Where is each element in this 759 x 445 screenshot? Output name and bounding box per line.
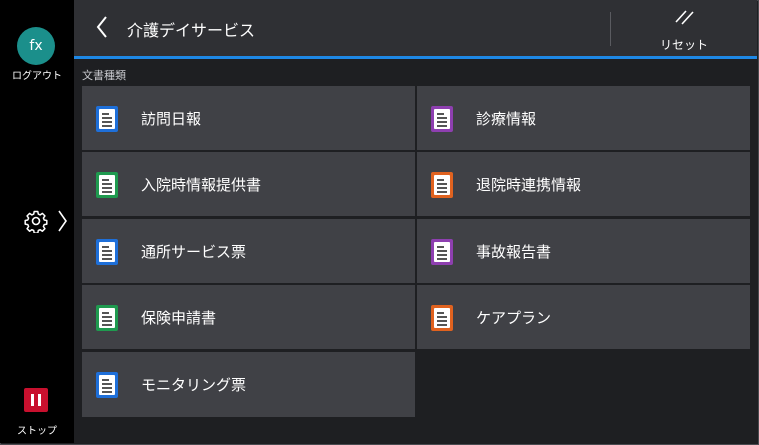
document-type-tile[interactable]: 通所サービス票 [82, 219, 415, 283]
section-label: 文書種類 [82, 69, 126, 82]
header-underline [74, 56, 757, 59]
logout-avatar[interactable]: fx [17, 27, 55, 65]
document-type-label: モニタリング票 [141, 376, 247, 394]
reset-icon [675, 10, 694, 25]
gear-icon[interactable] [24, 209, 48, 233]
reset-button[interactable]: リセット [611, 0, 757, 56]
document-icon [431, 106, 453, 132]
document-icon [96, 305, 118, 331]
document-type-tile[interactable]: 事故報告書 [417, 219, 750, 283]
document-type-tile[interactable]: ケアプラン [417, 285, 750, 349]
document-type-tile[interactable]: モニタリング票 [82, 352, 415, 417]
document-type-label: 退院時連携情報 [476, 176, 582, 194]
document-type-tile[interactable]: 診療情報 [417, 86, 750, 150]
document-type-label: 入院時情報提供書 [141, 176, 262, 194]
document-type-label: ケアプラン [476, 309, 552, 327]
document-type-label: 通所サービス票 [141, 243, 247, 261]
document-icon [96, 372, 118, 398]
stop-label: ストップ [17, 426, 57, 437]
document-icon [431, 305, 453, 331]
document-type-label: 診療情報 [476, 110, 537, 128]
left-rail: fx ログアウト ストップ [0, 0, 74, 443]
document-type-tile[interactable]: 訪問日報 [82, 86, 415, 150]
document-type-tile[interactable]: 退院時連携情報 [417, 152, 750, 216]
document-type-tile[interactable]: 保険申請書 [82, 285, 415, 349]
logout-label[interactable]: ログアウト [0, 67, 74, 82]
document-icon [431, 172, 453, 198]
document-type-tile[interactable]: 入院時情報提供書 [82, 152, 415, 216]
reset-label: リセット [659, 38, 708, 52]
chevron-right-icon[interactable] [56, 209, 68, 233]
document-type-label: 訪問日報 [141, 110, 202, 128]
avatar-text: fx [29, 38, 43, 54]
back-chevron-icon[interactable] [94, 14, 110, 40]
document-icon [96, 172, 118, 198]
document-type-label: 保険申請書 [141, 309, 217, 327]
document-icon [96, 239, 118, 265]
page-title: 介護デイサービス [127, 21, 256, 40]
document-type-label: 事故報告書 [476, 243, 552, 261]
document-icon [96, 106, 118, 132]
document-icon [431, 239, 453, 265]
stop-button[interactable] [24, 388, 48, 412]
